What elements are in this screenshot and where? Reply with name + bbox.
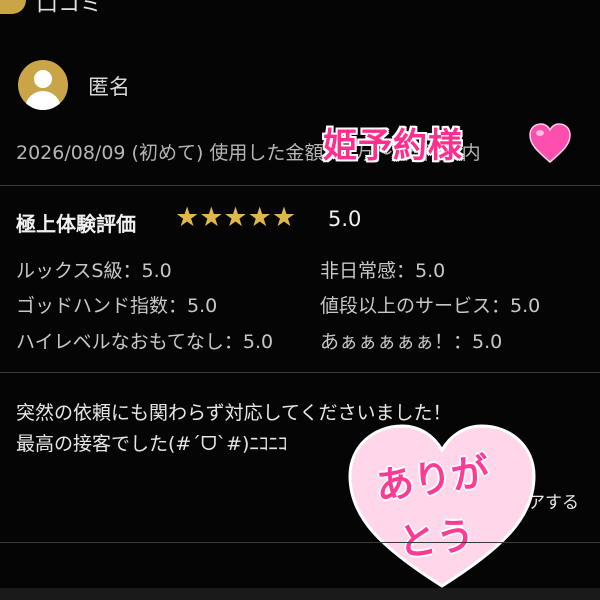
rating-score: 5.0	[328, 207, 362, 231]
detail-value: 値段以上のサービス：5.0	[320, 295, 541, 317]
header: 口コミ	[0, 0, 600, 18]
speech-bubble-icon	[0, 0, 26, 14]
avatar	[18, 60, 68, 110]
detail-omotenashi: ハイレベルなおもてなし：5.0	[16, 331, 274, 353]
divider	[0, 185, 600, 186]
detail-god-hand: ゴッドハンド指数：5.0	[16, 295, 218, 317]
rating-title: 極上体験評価	[16, 212, 136, 236]
comment-line-2: 最高の接客でした(#´ᗜ`#)ﾆｺﾆｺ	[16, 433, 288, 455]
visit-info: 2026/08/09 (初めて) 使用した金額：1万〜2万円以内	[16, 142, 481, 164]
sticker-hime-yoyaku: 姫予約様	[323, 126, 463, 166]
heart-sticker	[348, 424, 536, 588]
rating-stars: ★★★★★	[175, 202, 297, 233]
header-label: 口コミ	[36, 0, 103, 17]
bottom-bar	[0, 588, 600, 600]
divider	[0, 542, 600, 543]
detail-hinichijo: 非日常感：5.0	[320, 260, 446, 282]
detail-aaa: あぁぁぁぁぁ！：5.0	[320, 331, 503, 353]
heart-sticker-line-2: とう	[396, 513, 477, 565]
reviewer-name: 匿名	[88, 75, 130, 99]
detail-looks: ルックスS級：5.0	[16, 260, 172, 282]
heart-icon	[529, 123, 571, 163]
divider	[0, 372, 600, 373]
